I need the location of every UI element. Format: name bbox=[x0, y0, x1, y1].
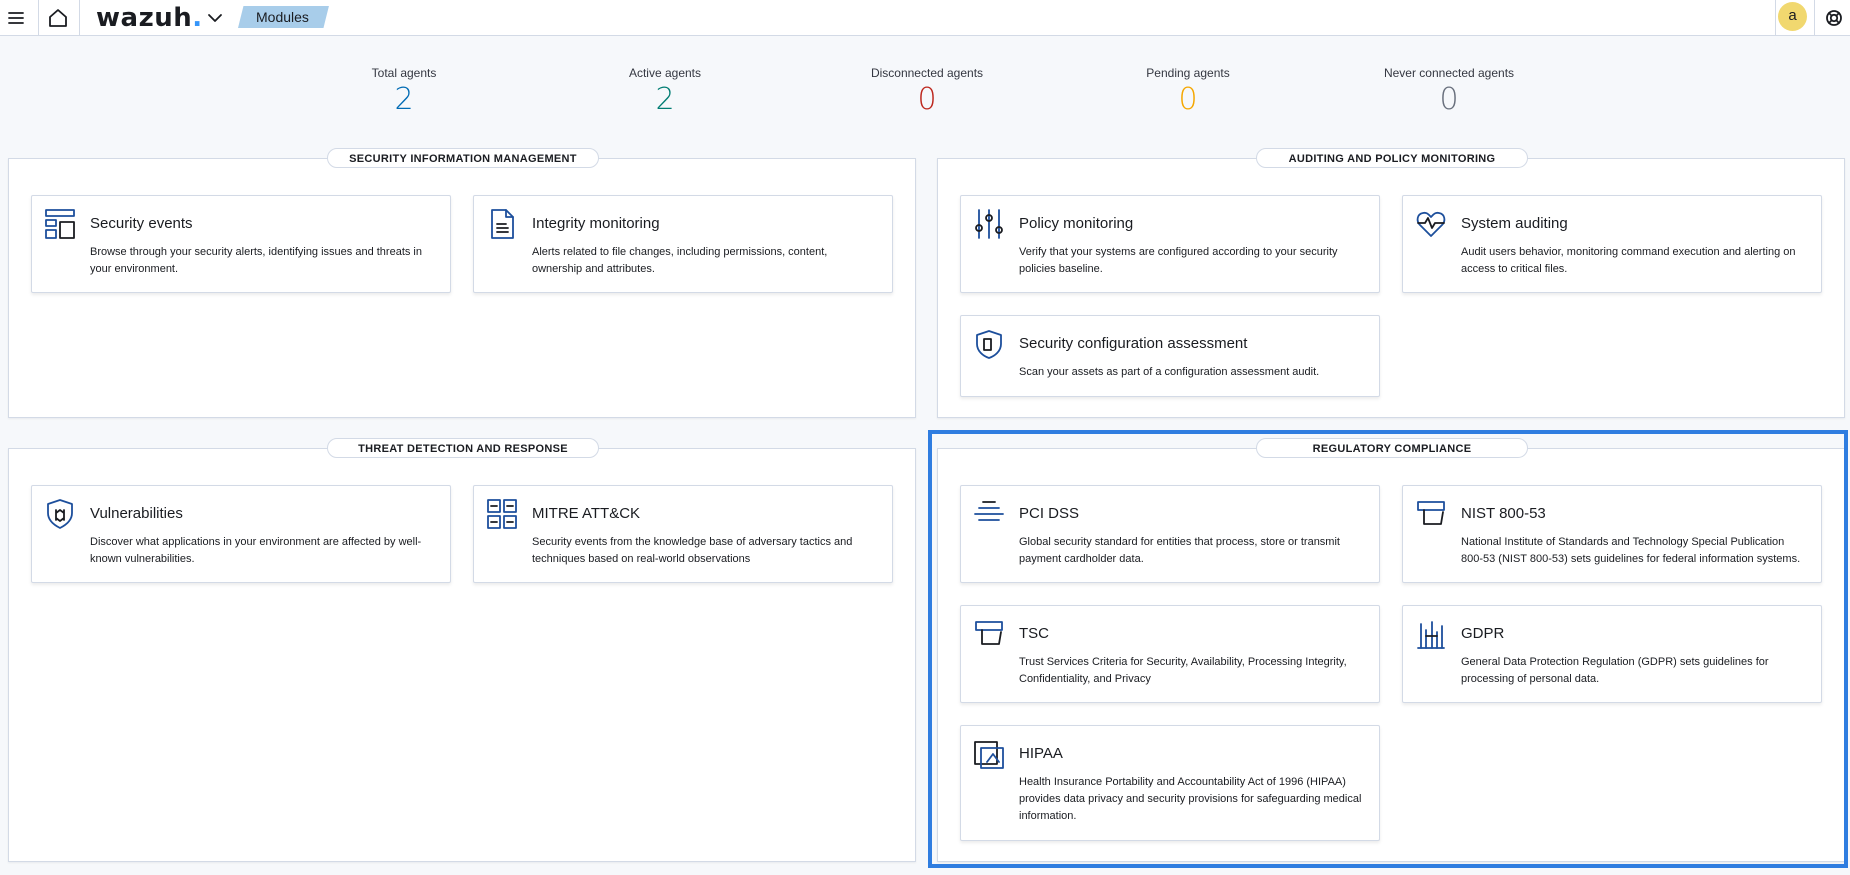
header-divider bbox=[38, 0, 39, 36]
stat-label: Total agents bbox=[371, 66, 437, 80]
stat-value[interactable]: 0 bbox=[1078, 82, 1298, 118]
app-menu-dropdown-button[interactable] bbox=[202, 0, 228, 36]
card-title: Vulnerabilities bbox=[90, 505, 183, 522]
card-title: PCI DSS bbox=[1019, 505, 1080, 522]
card-hipaa[interactable]: HIPAA Health Insurance Portability and A… bbox=[960, 725, 1380, 841]
stat-value[interactable]: 2 bbox=[294, 82, 514, 118]
card-nist-800-53[interactable]: NIST 800-53 National Institute of Standa… bbox=[1402, 485, 1822, 583]
card-description: Discover what applications in your envir… bbox=[90, 536, 422, 565]
card-security-configuration-assessment[interactable]: Security configuration assessment Scan y… bbox=[960, 315, 1380, 397]
stat-label: Active agents bbox=[628, 66, 702, 80]
card-description: Health Insurance Portability and Account… bbox=[1019, 776, 1362, 822]
card-description: Trust Services Criteria for Security, Av… bbox=[1019, 656, 1347, 685]
card-description: General Data Protection Regulation (GDPR… bbox=[1461, 656, 1769, 685]
card-description: Security events from the knowledge base … bbox=[532, 536, 853, 565]
header-divider bbox=[1775, 0, 1776, 36]
card-tsc[interactable]: TSC Trust Services Criteria for Security… bbox=[960, 605, 1380, 703]
card-description: Alerts related to file changes, includin… bbox=[532, 246, 828, 275]
card-description: Audit users behavior, monitoring command… bbox=[1461, 246, 1796, 275]
card-system-auditing[interactable]: System auditing Audit users behavior, mo… bbox=[1402, 195, 1822, 293]
stat-label: Disconnected agents bbox=[870, 66, 984, 80]
card-description: National Institute of Standards and Tech… bbox=[1461, 536, 1801, 565]
header-divider bbox=[79, 0, 80, 36]
panel-title: THREAT DETECTION AND RESPONSE bbox=[327, 438, 599, 458]
wazuh-logo[interactable]: wazuh. bbox=[96, 2, 203, 34]
breadcrumb-modules[interactable]: Modules bbox=[238, 6, 329, 28]
stat-pending-agents[interactable]: Pending agents 0 bbox=[1078, 66, 1298, 118]
panel-title: AUDITING AND POLICY MONITORING bbox=[1256, 148, 1528, 168]
stat-total-agents[interactable]: Total agents 2 bbox=[294, 66, 514, 118]
card-description: Browse through your security alerts, ide… bbox=[90, 246, 422, 275]
grid-icon bbox=[487, 499, 517, 529]
stat-label: Never connected agents bbox=[1383, 66, 1515, 80]
panel-regulatory-compliance: REGULATORY COMPLIANCE PCI DSS Global sec… bbox=[937, 438, 1845, 862]
card-description: Global security standard for entities th… bbox=[1019, 536, 1340, 565]
logo-text: wazuh bbox=[96, 3, 193, 33]
card-policy-monitoring[interactable]: Policy monitoring Verify that your syste… bbox=[960, 195, 1380, 293]
stat-active-agents[interactable]: Active agents 2 bbox=[555, 66, 775, 118]
stat-value[interactable]: 0 bbox=[817, 82, 1037, 118]
stamp-icon bbox=[975, 621, 1003, 645]
columns-icon bbox=[1417, 621, 1445, 649]
card-title: System auditing bbox=[1461, 215, 1568, 232]
card-title: Security configuration assessment bbox=[1019, 335, 1248, 352]
folders-icon bbox=[974, 741, 1004, 769]
header-divider bbox=[1814, 0, 1815, 36]
card-description: Verify that your systems are configured … bbox=[1019, 246, 1338, 275]
card-pci-dss[interactable]: PCI DSS Global security standard for ent… bbox=[960, 485, 1380, 583]
document-icon bbox=[491, 209, 514, 239]
heartbeat-icon bbox=[1416, 211, 1446, 237]
card-title: MITRE ATT&CK bbox=[532, 505, 641, 522]
card-security-events[interactable]: Security events Browse through your secu… bbox=[31, 195, 451, 293]
panel-security-information-management: SECURITY INFORMATION MANAGEMENT Security… bbox=[8, 148, 916, 418]
home-button[interactable] bbox=[40, 0, 76, 36]
stat-never-connected-agents[interactable]: Never connected agents 0 bbox=[1339, 66, 1559, 118]
user-avatar[interactable]: a bbox=[1778, 2, 1807, 31]
card-integrity-monitoring[interactable]: Integrity monitoring Alerts related to f… bbox=[473, 195, 893, 293]
card-gdpr[interactable]: GDPR General Data Protection Regulation … bbox=[1402, 605, 1822, 703]
card-description: Scan your assets as part of a configurat… bbox=[1019, 366, 1320, 378]
panel-title: REGULATORY COMPLIANCE bbox=[1256, 438, 1528, 458]
card-title: TSC bbox=[1019, 625, 1049, 642]
menu-toggle-button[interactable] bbox=[0, 0, 32, 36]
card-title: Integrity monitoring bbox=[532, 215, 660, 232]
card-mitre-attack[interactable]: MITRE ATT&CK Security events from the kn… bbox=[473, 485, 893, 583]
card-title: Security events bbox=[90, 215, 193, 232]
help-lifebuoy-icon bbox=[1826, 10, 1842, 26]
stat-value[interactable]: 2 bbox=[555, 82, 775, 118]
card-title: NIST 800-53 bbox=[1461, 505, 1546, 522]
shield-doc-icon bbox=[976, 330, 1002, 359]
stat-value[interactable]: 0 bbox=[1339, 82, 1559, 118]
card-title: GDPR bbox=[1461, 625, 1505, 642]
chevron-down-icon bbox=[208, 14, 222, 22]
shield-bug-icon bbox=[47, 499, 73, 529]
stat-disconnected-agents[interactable]: Disconnected agents 0 bbox=[817, 66, 1037, 118]
stat-label: Pending agents bbox=[1146, 66, 1230, 80]
card-title: HIPAA bbox=[1019, 745, 1063, 762]
layers-icon bbox=[974, 501, 1004, 521]
stamp-icon bbox=[1417, 501, 1445, 525]
card-vulnerabilities[interactable]: Vulnerabilities Discover what applicatio… bbox=[31, 485, 451, 583]
dashboard-icon bbox=[45, 209, 75, 239]
hamburger-icon bbox=[8, 12, 24, 24]
sliders-icon bbox=[975, 209, 1003, 239]
panel-auditing-policy-monitoring: AUDITING AND POLICY MONITORING Policy mo… bbox=[937, 148, 1845, 418]
panel-title: SECURITY INFORMATION MANAGEMENT bbox=[327, 148, 599, 168]
top-header: wazuh. Modules a bbox=[0, 0, 1850, 36]
help-button[interactable] bbox=[1818, 0, 1850, 36]
home-icon bbox=[49, 9, 67, 27]
panel-threat-detection-response: THREAT DETECTION AND RESPONSE Vulnerabil… bbox=[8, 438, 916, 862]
card-title: Policy monitoring bbox=[1019, 215, 1134, 232]
